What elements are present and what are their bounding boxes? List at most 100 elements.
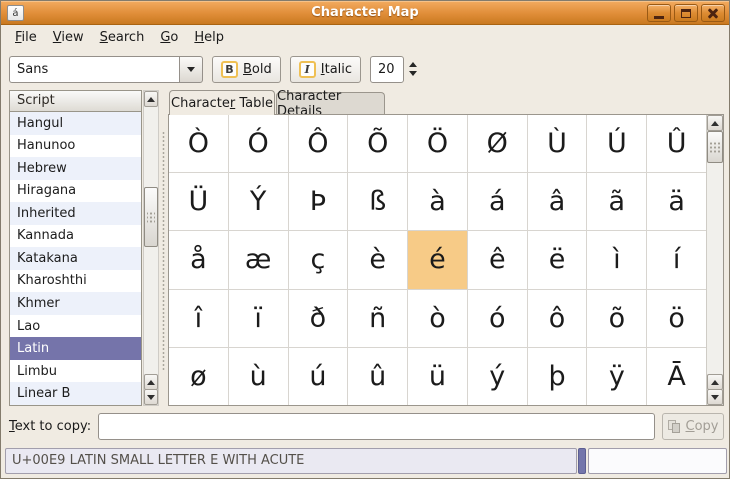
character-cell[interactable]: Õ [348, 115, 408, 173]
character-cell[interactable]: á [467, 173, 527, 231]
arrow-up-icon [711, 379, 719, 385]
script-list-item[interactable]: Limbu [10, 359, 141, 383]
character-cell[interactable]: Ô [288, 115, 348, 173]
character-cell[interactable]: Ø [467, 115, 527, 173]
toolbar: Sans B Bold I Italic 20 [2, 49, 728, 89]
character-cell[interactable]: ö [647, 289, 706, 347]
character-cell[interactable]: Ò [169, 115, 228, 173]
menu-go[interactable]: Go [152, 26, 186, 49]
character-cell[interactable]: ã [587, 173, 647, 231]
minimize-button[interactable] [647, 4, 671, 22]
titlebar[interactable]: á Character Map [1, 1, 729, 25]
italic-label: Italic [320, 61, 353, 77]
script-list-item[interactable]: Kharoshthi [10, 269, 141, 293]
copy-button-label: Copy [685, 419, 719, 434]
character-cell[interactable]: ç [288, 231, 348, 289]
character-cell[interactable]: å [169, 231, 228, 289]
arrow-up-icon [711, 120, 719, 126]
character-cell[interactable]: Ü [169, 173, 228, 231]
arrow-down-icon [711, 394, 719, 400]
character-cell[interactable]: Ā [647, 347, 706, 405]
script-list-item[interactable]: Latin [10, 337, 141, 360]
character-grid-scrollbar[interactable] [706, 115, 723, 405]
script-list-item[interactable]: Hiragana [10, 179, 141, 203]
bold-button[interactable]: B Bold [212, 55, 281, 83]
font-family-combo[interactable]: Sans [9, 55, 203, 83]
scroll-down-button[interactable] [707, 389, 723, 405]
script-list-item[interactable]: Lao [10, 314, 141, 338]
script-list-item[interactable]: Hebrew [10, 157, 141, 180]
character-cell[interactable]: ÿ [587, 347, 647, 405]
character-cell[interactable]: è [348, 231, 408, 289]
character-cell-selected[interactable]: é [408, 231, 467, 289]
character-cell[interactable]: Ý [228, 173, 288, 231]
script-list-item[interactable]: Linear B [10, 382, 141, 405]
script-list-item[interactable]: Hangul [10, 112, 141, 135]
tab-character-table[interactable]: Character Table [169, 90, 275, 115]
scroll-down-button[interactable] [144, 389, 158, 405]
character-cell[interactable]: æ [228, 231, 288, 289]
spin-down-icon[interactable] [409, 71, 418, 76]
text-to-copy-input[interactable] [98, 413, 655, 440]
character-cell[interactable]: à [408, 173, 467, 231]
script-list-item[interactable]: Khmer [10, 292, 141, 315]
character-cell[interactable]: Ö [408, 115, 467, 173]
spin-up-icon[interactable] [409, 62, 418, 67]
character-cell[interactable]: ï [228, 289, 288, 347]
character-cell[interactable]: ø [169, 347, 228, 405]
character-cell[interactable]: ù [228, 347, 288, 405]
character-cell[interactable]: ë [527, 231, 587, 289]
character-cell[interactable]: â [527, 173, 587, 231]
character-cell[interactable]: Û [647, 115, 706, 173]
character-cell[interactable]: Ó [228, 115, 288, 173]
character-cell[interactable]: î [169, 289, 228, 347]
character-cell[interactable]: ó [467, 289, 527, 347]
character-cell[interactable]: ü [408, 347, 467, 405]
script-list-item[interactable]: Inherited [10, 202, 141, 225]
character-cell[interactable]: ì [587, 231, 647, 289]
script-list-item[interactable]: Kannada [10, 224, 141, 248]
font-family-value[interactable]: Sans [9, 55, 179, 83]
character-cell[interactable]: ß [348, 173, 408, 231]
character-cell[interactable]: Ù [527, 115, 587, 173]
script-list-scrollbar[interactable] [143, 90, 159, 406]
character-cell[interactable]: ú [288, 347, 348, 405]
bold-icon: B [221, 60, 238, 78]
character-cell[interactable]: ò [408, 289, 467, 347]
scrollbar-thumb[interactable] [144, 187, 158, 247]
scroll-up-button[interactable] [707, 115, 723, 131]
close-button[interactable] [701, 4, 725, 22]
script-list-item[interactable]: Katakana [10, 247, 141, 270]
character-cell[interactable]: ä [647, 173, 706, 231]
maximize-button[interactable] [674, 4, 698, 22]
status-divider[interactable] [578, 448, 586, 474]
character-cell[interactable]: õ [587, 289, 647, 347]
menu-file[interactable]: File [7, 26, 45, 49]
character-cell[interactable]: þ [527, 347, 587, 405]
font-size-value[interactable]: 20 [370, 55, 405, 83]
character-cell[interactable]: ô [527, 289, 587, 347]
menu-view[interactable]: View [45, 26, 92, 49]
scroll-up-button-bottom[interactable] [144, 374, 158, 390]
script-column-header[interactable]: Script [9, 90, 142, 112]
character-cell[interactable]: Þ [288, 173, 348, 231]
character-cell[interactable]: Ú [587, 115, 647, 173]
scrollbar-thumb[interactable] [707, 131, 723, 163]
character-cell[interactable]: ð [288, 289, 348, 347]
pane-splitter[interactable] [161, 131, 166, 371]
minimize-icon [654, 15, 664, 19]
menu-search[interactable]: Search [92, 26, 153, 49]
copy-button[interactable]: Copy [662, 413, 724, 440]
character-cell[interactable]: í [647, 231, 706, 289]
font-family-dropdown-button[interactable] [179, 55, 203, 83]
tab-character-details[interactable]: Character Details [276, 89, 385, 119]
character-cell[interactable]: ê [467, 231, 527, 289]
character-cell[interactable]: ñ [348, 289, 408, 347]
menu-help[interactable]: Help [186, 26, 232, 49]
scroll-up-button[interactable] [144, 91, 158, 107]
scroll-up-button-bottom[interactable] [707, 374, 723, 390]
script-list-item[interactable]: Hanunoo [10, 134, 141, 158]
character-cell[interactable]: ý [467, 347, 527, 405]
character-cell[interactable]: û [348, 347, 408, 405]
italic-button[interactable]: I Italic [289, 55, 362, 83]
